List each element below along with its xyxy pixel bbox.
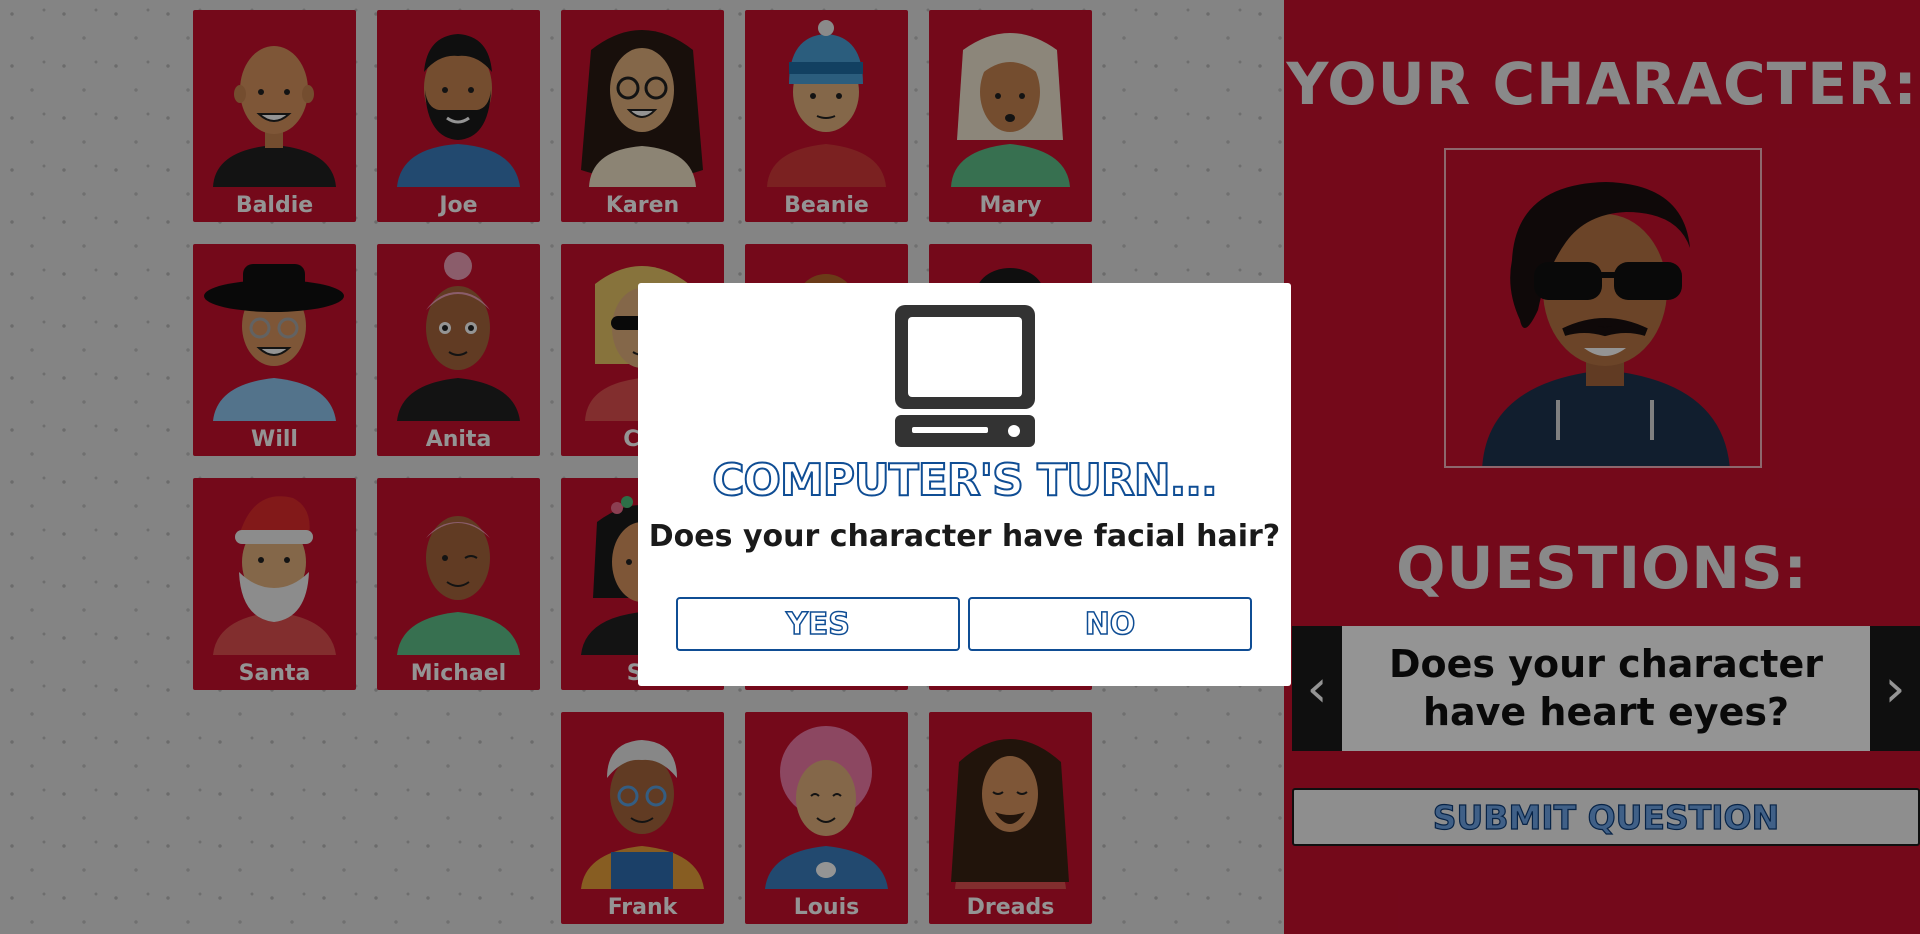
computer-icon [895,305,1035,447]
no-button[interactable]: NO [968,597,1252,651]
computer-turn-dialog: COMPUTER'S TURN... Does your character h… [638,283,1291,686]
dialog-question: Does your character have facial hair? [648,519,1281,554]
yes-button[interactable]: YES [676,597,960,651]
dialog-title: COMPUTER'S TURN... [711,454,1218,507]
